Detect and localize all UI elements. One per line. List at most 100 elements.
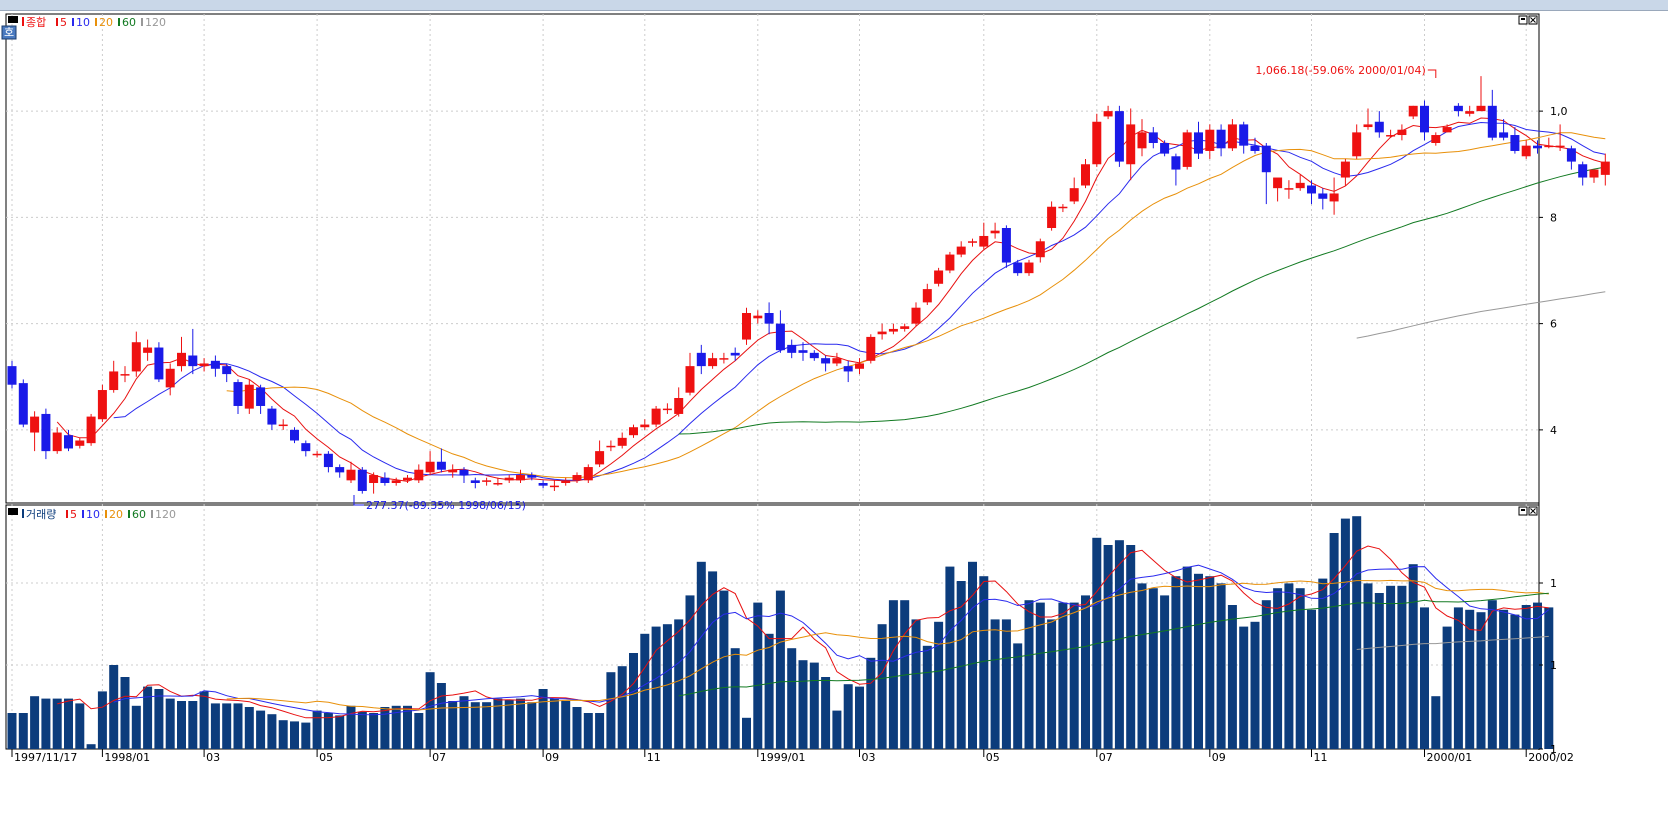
volume-bar [154, 689, 164, 749]
volume-bar [1001, 619, 1011, 749]
volume-bar [30, 696, 40, 749]
candle-body [1227, 124, 1237, 149]
chart-canvas: 1,0864111 1997/11/17 1998/01 03 05 07 09 11 199… [1, 13, 1610, 764]
volume-bar [41, 698, 51, 749]
candle-body [945, 254, 955, 271]
x-tick-label: 1999/01 [760, 751, 806, 764]
candle-body [504, 477, 514, 481]
volume-bar [131, 705, 141, 749]
x-tick-label: 2000/01 [1427, 751, 1473, 764]
volume-bar [1544, 607, 1554, 749]
candle-body [968, 241, 977, 243]
price-pane-title: 종합 [26, 16, 46, 29]
candle-body [1273, 177, 1283, 189]
volume-bar [1295, 588, 1305, 749]
volume-bar [1431, 696, 1441, 749]
volume-bar [629, 653, 638, 749]
candle-body [403, 477, 412, 481]
candle-body [357, 469, 367, 491]
legend-period-label: 20 [99, 16, 113, 29]
candle-body [708, 358, 718, 367]
candle-body [41, 413, 51, 452]
volume-bar [120, 677, 130, 749]
volume-bar [504, 699, 514, 749]
volume-bar [855, 686, 864, 749]
x-tick-label: 1998/01 [104, 751, 150, 764]
volume-bar [516, 698, 525, 749]
volume-bar [143, 686, 153, 749]
candle-body [866, 336, 876, 361]
candle-body [538, 483, 548, 486]
candle-body [1340, 161, 1350, 178]
volume-bar [75, 703, 85, 749]
volume-pane-toggle-icon[interactable] [8, 508, 18, 515]
pane-toggle-icon[interactable] [8, 16, 18, 23]
candle-body [86, 416, 96, 444]
volume-bar [843, 684, 853, 749]
candle-body [595, 451, 605, 465]
candle-body [1114, 111, 1124, 162]
volume-bar [97, 691, 107, 749]
candle-body [561, 480, 571, 483]
volume-bar [109, 665, 119, 749]
volume-bar [1160, 595, 1170, 749]
volume-bar [278, 720, 288, 749]
price-y-tick-label: 8 [1550, 211, 1557, 224]
volume-bar [753, 602, 763, 749]
volume-bar [561, 701, 571, 749]
candle-body [1216, 129, 1226, 149]
volume-bar [346, 705, 356, 749]
candle-body [1465, 111, 1475, 114]
candle-body [1239, 124, 1249, 146]
legend-swatch [118, 18, 120, 26]
candle-body [1453, 105, 1463, 112]
candle-body [1103, 111, 1113, 117]
x-tick-label: 09 [1212, 751, 1226, 764]
volume-bar [572, 707, 582, 749]
candle-body [222, 366, 232, 375]
candle-body [753, 315, 763, 319]
volume-bar [1465, 609, 1475, 749]
legend-swatch [72, 18, 74, 26]
candle-body [832, 358, 842, 364]
legend-swatch [141, 18, 143, 26]
volume-bar [945, 566, 955, 749]
candle-body [414, 469, 424, 481]
volume-bar [809, 662, 819, 749]
volume-bar [403, 705, 412, 749]
x-tick-label: 1997/11/17 [14, 751, 77, 764]
candle-body [1092, 121, 1102, 165]
legend-period-label: 60 [132, 508, 146, 521]
volume-bar [1081, 595, 1090, 749]
candle-body [448, 469, 458, 473]
volume-bar [52, 698, 62, 749]
volume-bar [369, 713, 379, 749]
candle-body [1352, 132, 1362, 157]
candle-body [75, 440, 85, 446]
volume-bar [165, 698, 175, 749]
candle-body [696, 352, 706, 367]
volume-bar [301, 722, 311, 749]
candle-body [1001, 228, 1011, 263]
volume-bar [866, 657, 876, 749]
candle-body [459, 469, 469, 476]
volume-bar [595, 713, 605, 749]
candle-body [391, 480, 401, 483]
volume-bar [233, 703, 243, 749]
candle-body [911, 307, 921, 324]
volume-bar [357, 711, 367, 749]
legend-swatch [82, 510, 84, 518]
candle-body [572, 475, 582, 481]
candle-body [1431, 135, 1441, 143]
candle-body [1126, 124, 1136, 165]
volume-bar [425, 672, 435, 749]
y-axis-ticks: 1,0864111 [1539, 105, 1568, 756]
candle-body [1533, 145, 1542, 149]
candle-body [64, 435, 73, 449]
legend-period-label: 10 [76, 16, 90, 29]
volume-bar [1340, 518, 1350, 749]
candle-body [346, 469, 356, 481]
volume-bar [1420, 607, 1429, 749]
volume-bar [696, 561, 706, 749]
legend-period-label: 60 [122, 16, 136, 29]
